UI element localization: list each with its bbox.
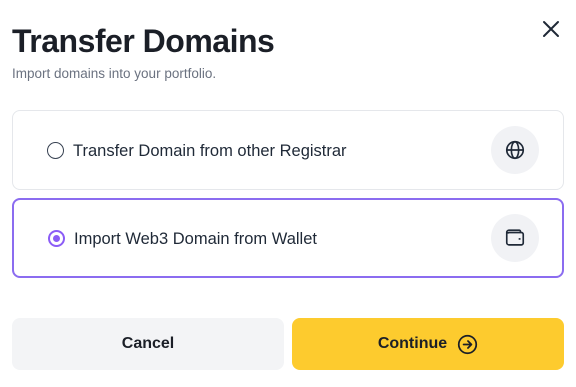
radio-transfer-registrar[interactable] <box>47 142 64 159</box>
globe-icon <box>505 140 525 160</box>
option-label: Import Web3 Domain from Wallet <box>74 230 317 248</box>
arrow-right-circle-icon <box>458 334 478 354</box>
cancel-button[interactable]: Cancel <box>12 318 284 370</box>
wallet-icon <box>505 229 525 246</box>
option-label: Transfer Domain from other Registrar <box>73 142 347 160</box>
continue-button[interactable]: Continue <box>292 318 564 370</box>
option-import-web3[interactable]: Import Web3 Domain from Wallet <box>12 198 564 278</box>
close-button[interactable] <box>536 14 566 44</box>
wallet-icon-container <box>491 214 539 262</box>
close-icon <box>543 21 559 37</box>
radio-dot <box>53 235 60 242</box>
radio-import-web3[interactable] <box>48 230 65 247</box>
dialog-subtitle: Import domains into your portfolio. <box>12 66 217 81</box>
dialog-title: Transfer Domains <box>12 23 275 59</box>
continue-label: Continue <box>377 335 448 352</box>
option-transfer-registrar[interactable]: Transfer Domain from other Registrar <box>12 110 564 190</box>
globe-icon-container <box>491 126 539 174</box>
cancel-label: Cancel <box>121 335 175 352</box>
